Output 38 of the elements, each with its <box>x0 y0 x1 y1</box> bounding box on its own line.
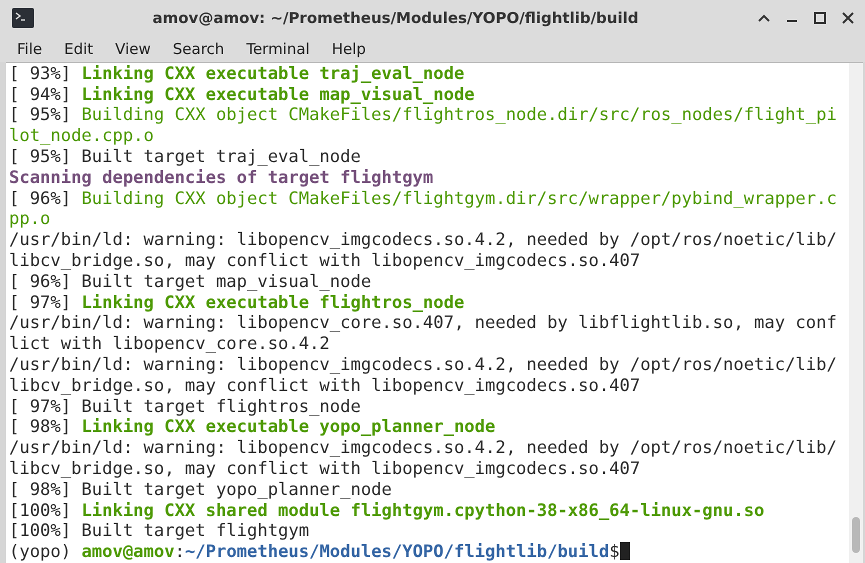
terminal-line: [ 98%] Linking CXX executable yopo_planner_node <box>9 417 496 438</box>
terminal-line: [ 97%] Linking CXX executable flightros_node <box>9 292 466 314</box>
terminal-line: lict with libopencv_core.so.4.2 <box>9 334 331 356</box>
menu-item[interactable]: Search <box>164 38 234 60</box>
terminal-line: [ 97%] Built target flightros_node <box>9 396 362 418</box>
terminal-line: [ 93%] Linking CXX executable traj_eval_node <box>9 64 466 85</box>
terminal-line: libcv_bridge.so, may conflict with libopencv_imgcodecs.so.407 <box>9 376 642 397</box>
terminal-line: /usr/bin/ld: warning: libopencv_imgcodecs.so.4.2, needed by /opt/ros/noetic/lib/ <box>9 230 838 252</box>
window-title: amov@amov: ~/Prometheus/Modules/YOPO/flightlib/build <box>152 8 640 27</box>
menu-item[interactable]: File <box>8 38 52 60</box>
scrollbar-thumb[interactable] <box>852 517 860 553</box>
shade-icon[interactable] <box>757 12 771 23</box>
terminal-line: /usr/bin/ld: warning: libopencv_core.so.407, needed by libflightlib.so, may conf <box>9 313 838 334</box>
scrollbar[interactable] <box>849 62 863 563</box>
terminal-line: pp.o <box>9 209 52 230</box>
terminal-line: /usr/bin/ld: warning: libopencv_imgcodecs.so.4.2, needed by /opt/ros/noetic/lib/ <box>9 438 838 460</box>
terminal-line: libcv_bridge.so, may conflict with libopencv_imgcodecs.so.407 <box>9 251 642 272</box>
terminal-line: [ 95%] Building CXX object CMakeFiles/flightros_node.dir/src/ros_nodes/flight_pi <box>9 105 838 126</box>
menu-item[interactable]: Help <box>322 38 375 60</box>
menu-item[interactable]: Terminal <box>237 38 319 60</box>
terminal-line: [ 95%] Built target traj_eval_node <box>9 147 362 168</box>
terminal-line: [ 96%] Built target map_visual_node <box>9 272 372 293</box>
terminal-line: [ 98%] Built target yopo_planner_node <box>9 480 393 501</box>
terminal-line: libcv_bridge.so, may conflict with libopencv_imgcodecs.so.407 <box>9 459 642 480</box>
terminal-line: [ 94%] Linking CXX executable map_visual_node <box>9 84 476 106</box>
terminal-icon <box>12 8 34 28</box>
terminal-line: lot_node.cpp.o <box>9 126 155 148</box>
shell-prompt: (yopo) amov@amov:~/Prometheus/Modules/YOPO/flightlib/build$ <box>9 542 849 563</box>
text-cursor <box>620 542 630 560</box>
maximize-icon[interactable] <box>813 10 827 25</box>
close-icon[interactable] <box>841 10 855 25</box>
terminal-line: /usr/bin/ld: warning: libopencv_imgcodecs.so.4.2, needed by /opt/ros/noetic/lib/ <box>9 355 838 376</box>
terminal-line: [100%] Built target flightgym <box>9 521 310 542</box>
menu-item[interactable]: Edit <box>55 38 102 60</box>
terminal-line: [100%] Linking CXX shared module flightgym.cpython-38-x86_64-linux-gnu.so <box>9 500 766 522</box>
menu-item[interactable]: View <box>106 38 160 60</box>
terminal-line: Scanning dependencies of target flightgym <box>9 168 434 189</box>
terminal-line: [ 96%] Building CXX object CMakeFiles/flightgym.dir/src/wrapper/pybind_wrapper.c <box>9 188 838 210</box>
